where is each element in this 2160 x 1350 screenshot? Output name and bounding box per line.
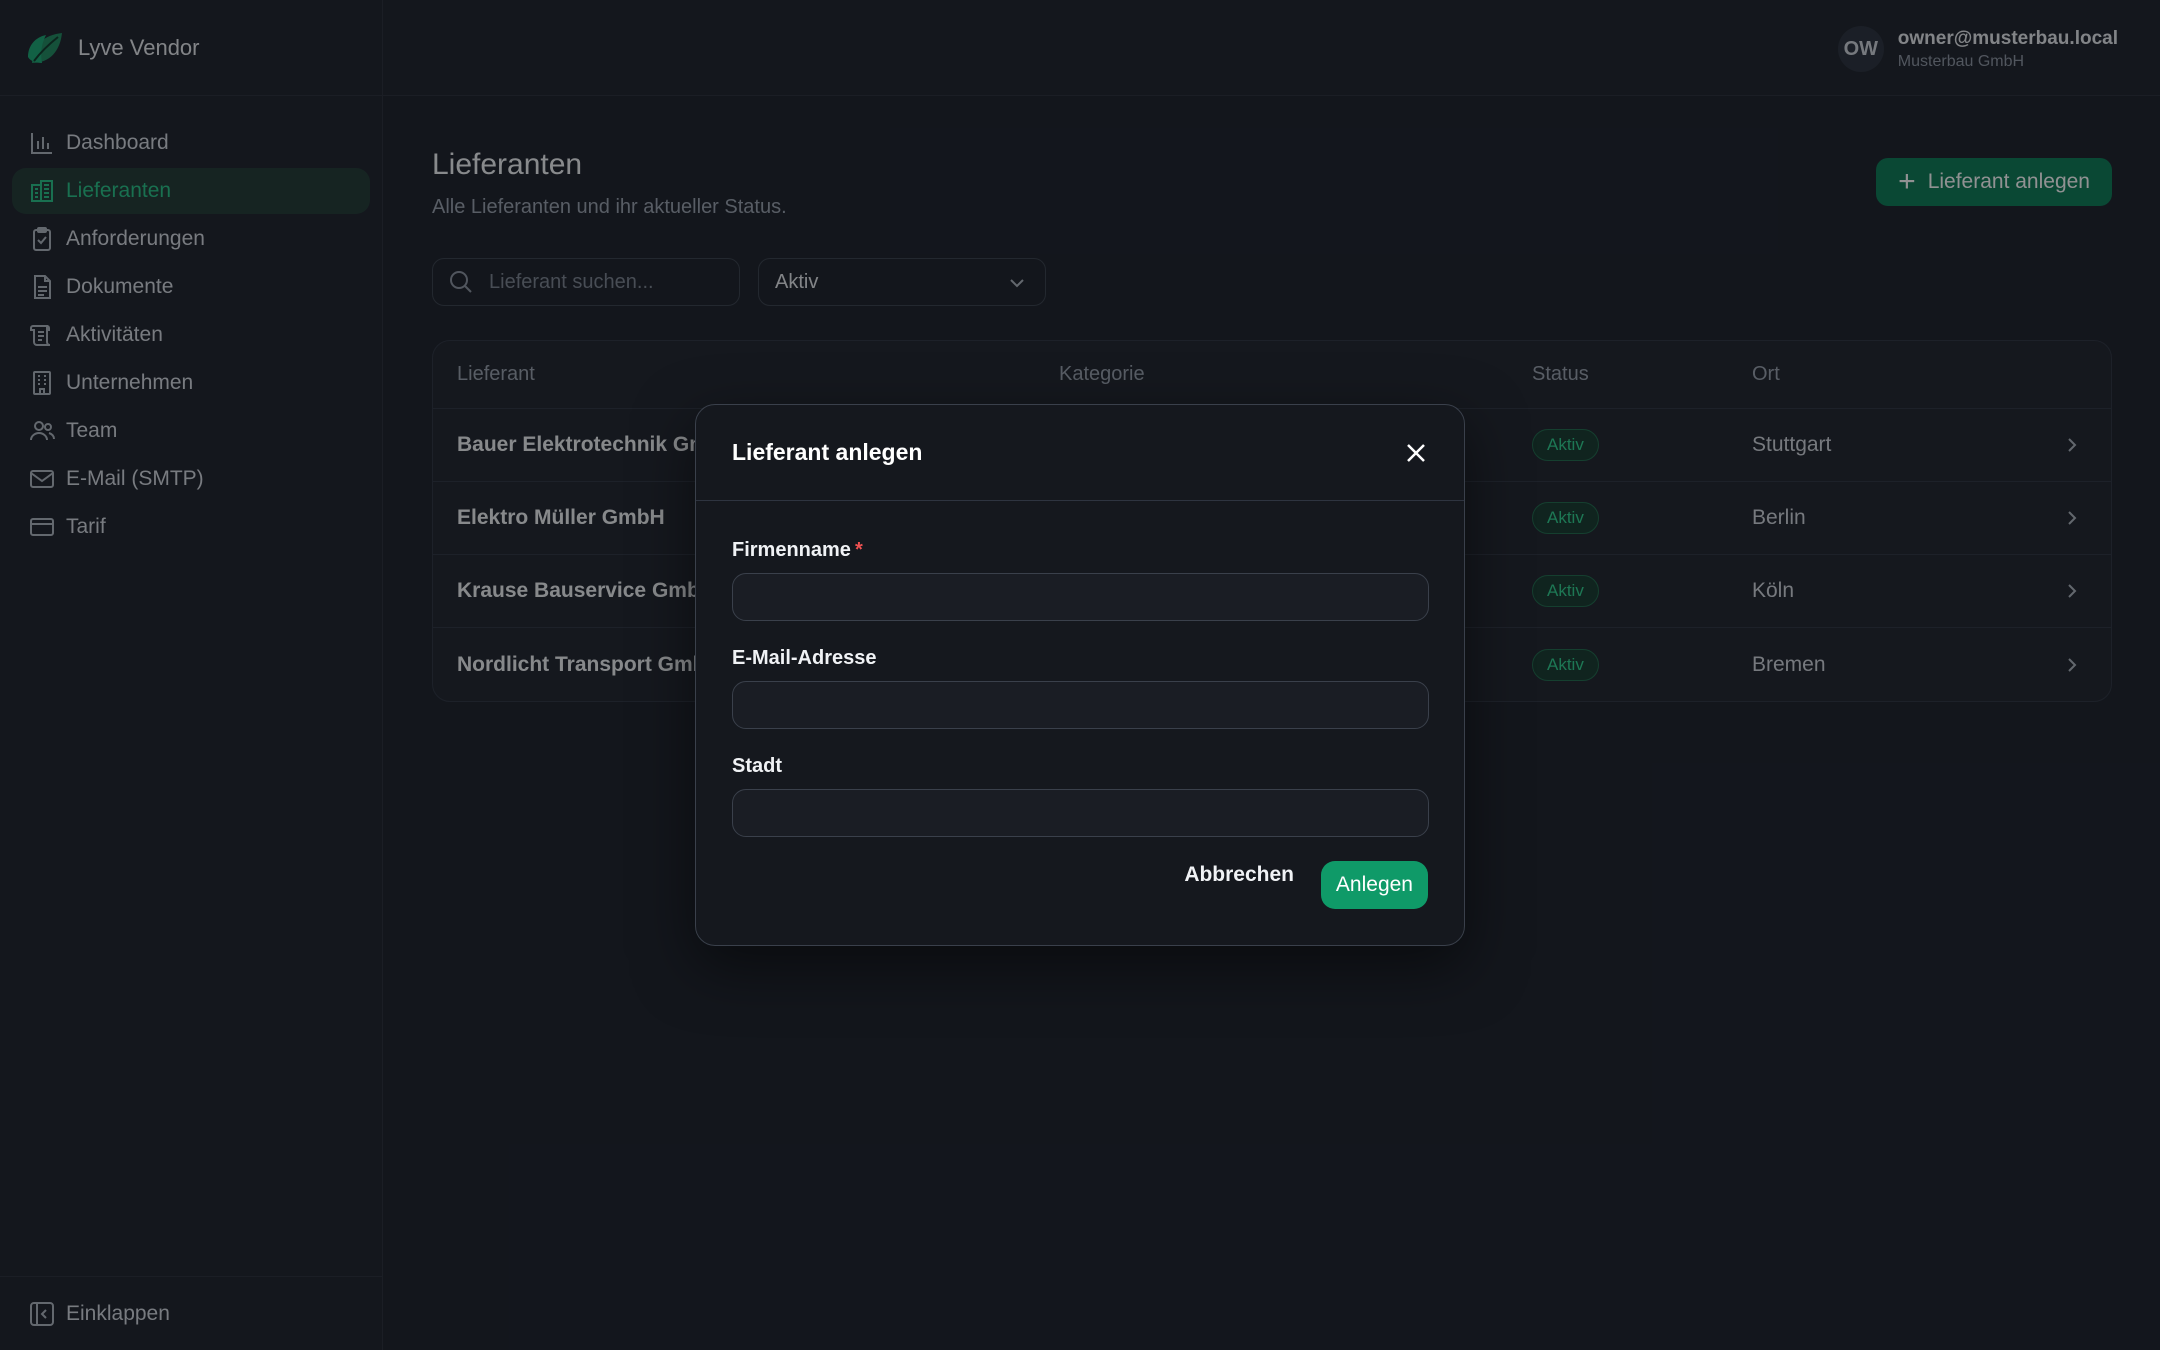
create-supplier-dialog: Lieferant anlegen Firmenname * E-Mail-Adr… <box>695 404 1465 946</box>
create-button[interactable]: Anlegen <box>1320 861 1428 909</box>
close-icon[interactable] <box>1402 439 1430 467</box>
email-input[interactable] <box>732 681 1429 729</box>
dialog-header: Lieferant anlegen <box>696 405 1464 501</box>
city-label: Stadt <box>732 755 782 777</box>
email-label: E-Mail-Adresse <box>732 647 877 669</box>
company-name-input[interactable] <box>732 573 1429 621</box>
company-name-label-text: Firmenname <box>732 539 851 561</box>
city-input[interactable] <box>732 789 1429 837</box>
dialog-title: Lieferant anlegen <box>732 439 923 465</box>
company-name-label: Firmenname * <box>732 539 863 562</box>
cancel-button[interactable]: Abbrechen <box>1184 863 1294 887</box>
required-mark: * <box>854 539 863 561</box>
